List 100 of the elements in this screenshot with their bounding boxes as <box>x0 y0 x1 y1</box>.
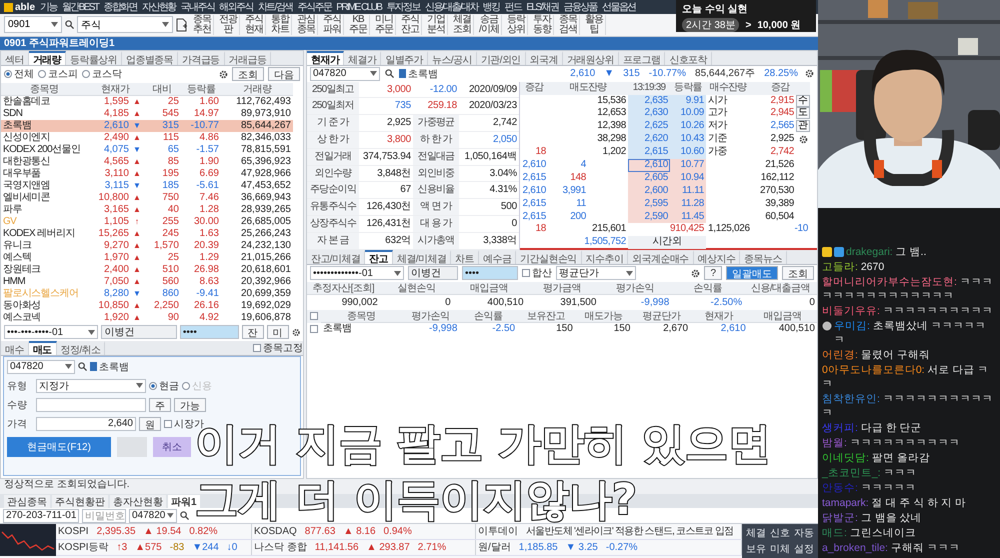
stock-name[interactable]: 엘비세미콘 <box>1 192 87 204</box>
help-button[interactable]: ? <box>704 266 722 280</box>
balance-tab[interactable]: 예수금 <box>479 250 516 264</box>
quick-button[interactable]: 체결 <box>744 526 768 540</box>
menu-item[interactable]: 종합화면 <box>103 0 137 14</box>
column-header[interactable]: 종목명 <box>1 82 87 96</box>
market-radio[interactable]: 전체 <box>4 67 34 82</box>
new-screen-icon[interactable] <box>176 18 188 32</box>
toolbar-button[interactable]: 체결 조회 <box>451 14 474 35</box>
quantity-field[interactable] <box>36 398 146 412</box>
unit-button[interactable]: 주 <box>149 398 171 412</box>
settings-icon[interactable] <box>219 70 228 79</box>
menu-item[interactable]: 차트/검색 <box>258 0 293 14</box>
quote-tab[interactable]: 신호포착 <box>665 50 712 65</box>
app-logo[interactable]: able <box>4 2 36 12</box>
quote-tab[interactable]: 거래원상위 <box>562 50 619 65</box>
type-dropdown[interactable]: 지정가 <box>36 378 146 393</box>
query-button[interactable]: 다음 <box>268 67 300 82</box>
bid-price[interactable]: 2,600 <box>628 184 670 198</box>
code-field[interactable]: 047820 <box>7 360 75 374</box>
next-arrow[interactable]: > <box>745 20 752 30</box>
code-field[interactable]: 047820 <box>129 508 177 522</box>
screen-code-field[interactable]: 0901 <box>4 16 62 34</box>
ask-price[interactable]: 2,625 <box>628 120 670 134</box>
side-button[interactable]: 미 <box>266 325 289 340</box>
column-header[interactable]: 등락률 <box>181 82 221 96</box>
quick-button[interactable]: 미체 <box>768 542 792 556</box>
order-tab[interactable]: 매도 <box>28 340 57 355</box>
toolbar-button[interactable]: 활용 팁 <box>582 14 606 35</box>
balance-tab[interactable]: 종목뉴스 <box>740 250 787 264</box>
toolbar-button[interactable]: 전광 판 <box>217 14 240 35</box>
stock-name[interactable]: SDN <box>1 108 87 120</box>
price-field[interactable]: 2,640 <box>36 416 136 431</box>
stock-name[interactable]: 대한광통신 <box>1 156 87 168</box>
stock-name[interactable]: HMM <box>1 276 87 288</box>
menu-item[interactable]: 펀드 <box>504 0 522 14</box>
toolbar-button[interactable]: 주식 파워 <box>321 14 344 35</box>
balance-tab[interactable]: 지수추이 <box>582 250 628 264</box>
quick-button[interactable]: 설정 <box>792 542 816 556</box>
panel-tab[interactable]: 거래량 <box>28 50 66 65</box>
balance-tab[interactable]: 예상지수 <box>694 250 740 264</box>
stock-name[interactable]: KODEX 200선물인 <box>1 144 87 156</box>
stock-name[interactable]: 파루 <box>1 204 87 216</box>
summary-header[interactable]: 추정자산[조회] <box>307 282 380 295</box>
payment-radio[interactable]: 현금 <box>149 378 179 393</box>
toolbar-button[interactable]: 종목 검색 <box>556 14 580 35</box>
menu-item[interactable]: 투자정보 <box>386 0 420 14</box>
menu-item[interactable]: 해외주식 <box>219 0 253 14</box>
settings-icon[interactable] <box>691 268 700 278</box>
quote-tab[interactable]: 일별주가 <box>381 50 428 65</box>
quote-tab[interactable]: 현재가 <box>307 50 344 65</box>
menu-item[interactable]: 주식주문 <box>298 0 332 14</box>
sum-checkbox[interactable]: 합산 <box>522 266 552 280</box>
menu-item[interactable]: 기능 <box>40 0 57 14</box>
ask-price[interactable]: 2,620 <box>628 133 670 146</box>
toolbar-button[interactable]: 종목 추천 <box>191 14 214 35</box>
quote-tab[interactable]: 체결가 <box>344 50 382 65</box>
ask-price[interactable]: 2,635 <box>628 94 670 108</box>
panel-tab[interactable]: 가격급등 <box>178 50 225 65</box>
bid-price[interactable]: 2,605 <box>628 172 670 185</box>
ask-price[interactable]: 2,615 <box>628 146 670 159</box>
market-radio[interactable]: 코스닥 <box>82 67 122 82</box>
password-field[interactable]: •••• <box>180 325 239 340</box>
quote-tab[interactable]: 뉴스/공시 <box>428 50 477 65</box>
available-button[interactable]: 가능 <box>174 398 206 412</box>
stock-name[interactable]: 국영지앤엠 <box>1 180 87 192</box>
toolbar-button[interactable]: 등락 상위 <box>504 14 528 35</box>
bid-price[interactable]: 2,590 <box>628 210 670 224</box>
balance-tab[interactable]: 체결/미체결 <box>393 250 452 264</box>
stock-name[interactable]: 장원테크 <box>1 264 87 276</box>
side-button[interactable]: 관 <box>796 120 810 132</box>
stock-name[interactable]: 동아화성 <box>1 300 87 312</box>
toolbar-button[interactable]: 주식 현재 <box>243 14 266 35</box>
quick-button[interactable]: 신호 <box>768 526 792 540</box>
order-tab[interactable]: 정정/취소 <box>56 340 106 355</box>
query-button[interactable]: 조회 <box>782 266 814 280</box>
code-field[interactable]: 047820 <box>310 66 380 81</box>
lock-checkbox[interactable]: 종목고정 <box>253 340 303 355</box>
unit-button[interactable]: 원 <box>139 416 161 431</box>
menu-item[interactable]: PRIME CLUB <box>336 2 382 12</box>
menu-item[interactable]: 국내주식 <box>180 0 214 14</box>
toolbar-button[interactable]: 미니 주문 <box>373 14 396 35</box>
toolbar-button[interactable]: 송금 /이체 <box>477 14 502 35</box>
menu-item[interactable]: 뱅킹 <box>482 0 500 14</box>
panel-tab[interactable]: 업종별종목 <box>122 50 178 65</box>
bulk-sell-button[interactable]: 일괄매도 <box>726 266 778 280</box>
bid-price[interactable]: 2,595 <box>628 198 670 211</box>
quick-button[interactable]: 보유 <box>744 542 768 556</box>
toolbar-button[interactable]: 주식 잔고 <box>399 14 422 35</box>
stock-name[interactable]: 유니크 <box>1 240 87 252</box>
search-icon[interactable] <box>385 69 394 78</box>
ask-price[interactable]: 2,630 <box>628 107 670 120</box>
stock-name[interactable]: KODEX 레버리지 <box>1 228 87 240</box>
panel-tab[interactable]: 거래급등 <box>224 50 272 65</box>
stock-name[interactable]: 신성이엔지 <box>1 132 87 144</box>
quote-tab[interactable]: 프로그램 <box>618 50 666 65</box>
menu-item[interactable]: 선물옵션 <box>602 0 636 14</box>
screen-tab[interactable]: 주식현황판 <box>52 495 108 508</box>
column-header[interactable]: 대비 <box>143 82 181 96</box>
stock-name[interactable]: 예스코넥 <box>1 312 87 324</box>
